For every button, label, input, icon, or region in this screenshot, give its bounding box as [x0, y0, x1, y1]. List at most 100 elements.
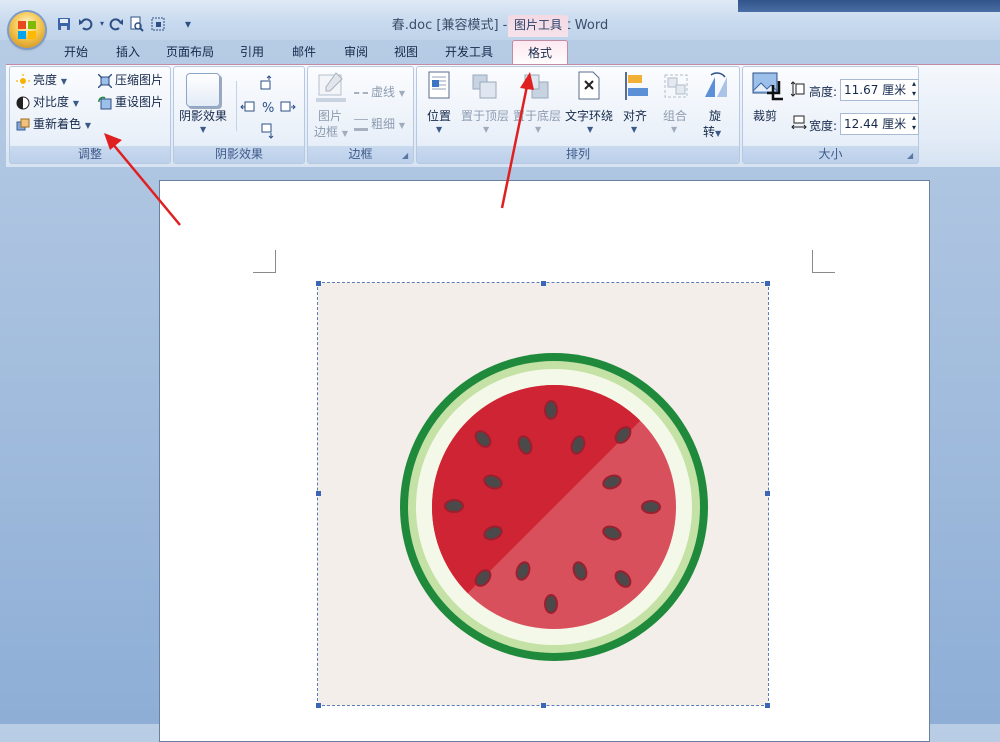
group-objects-icon [664, 74, 688, 98]
shadow-toggle-icon[interactable]: % [260, 99, 276, 115]
group-shadow: 阴影效果 ▼ % 阴影效果 [173, 66, 305, 164]
resize-handle-top[interactable] [541, 281, 546, 286]
rotate-icon [705, 72, 727, 97]
group-arrange: 位置 ▼ 置于顶层 ▼ 置于底层 ▼ 文字环绕 ▼ 对齐 ▼ 组合 ▼ 旋 转▼… [416, 66, 740, 164]
crop-button[interactable]: 裁剪 [753, 107, 777, 124]
resize-handle-right[interactable] [765, 491, 770, 496]
position-icon [428, 71, 450, 99]
contrast-icon [16, 96, 30, 109]
chevron-down-icon: ▼ [72, 99, 79, 108]
group-label-adjust: 调整 [10, 146, 170, 163]
chevron-down-icon: ▼ [483, 125, 490, 134]
weight-icon [354, 118, 368, 131]
tab-format[interactable]: 格式 [512, 40, 568, 67]
position-button[interactable]: 位置 [427, 107, 451, 124]
selected-picture[interactable] [317, 282, 769, 706]
chevron-down-icon: ▼ [587, 125, 594, 134]
recolor-icon [16, 118, 30, 130]
rotate-label-2: 转 [703, 125, 716, 139]
resize-handle-bottom-left[interactable] [316, 703, 321, 708]
dashes-icon [354, 91, 368, 94]
tab-references[interactable]: 引用 [232, 42, 272, 64]
align-button[interactable]: 对齐 [623, 107, 647, 124]
nudge-shadow-down-icon[interactable] [260, 123, 276, 139]
group-adjust: 亮度 ▼ 对比度 ▼ 重新着色 ▼ 压缩图片 重设图片 调整 [9, 66, 171, 164]
weight-button[interactable]: 粗细 ▼ [354, 115, 405, 132]
redo-icon[interactable] [108, 16, 124, 32]
dashes-label: 虚线 [371, 85, 396, 99]
tab-review[interactable]: 审阅 [336, 42, 376, 64]
office-logo-icon [18, 21, 36, 39]
tab-home[interactable]: 开始 [56, 42, 96, 64]
compress-label: 压缩图片 [115, 73, 164, 87]
reset-picture-button[interactable]: 重设图片 [98, 93, 163, 110]
picture-border-button[interactable]: 边框 ▼ [314, 123, 348, 140]
align-icon [625, 72, 648, 100]
width-spinner-icon[interactable]: ▴ ▾ [912, 113, 916, 133]
dashes-button[interactable]: 虚线 ▼ [354, 83, 405, 100]
chevron-down-icon: ▼ [715, 129, 722, 138]
picture-border-label-1: 图片 [318, 109, 343, 123]
resize-handle-top-right[interactable] [765, 281, 770, 286]
chevron-down-icon: ▼ [398, 121, 405, 130]
picture-border-icon [316, 72, 346, 102]
picture-border-label-2: 边框 [314, 125, 339, 139]
print-preview-icon[interactable] [128, 16, 144, 32]
margin-corner-left [253, 250, 276, 273]
select-icon[interactable] [150, 16, 166, 32]
tab-view[interactable]: 视图 [386, 42, 426, 64]
tab-developer[interactable]: 开发工具 [438, 42, 500, 64]
border-dialog-launcher-icon[interactable]: ◢ [402, 152, 410, 160]
compress-icon [98, 73, 112, 88]
shadow-effects-button[interactable]: 阴影效果 [179, 107, 227, 124]
picture-tools-context-title: 图片工具 [508, 15, 568, 37]
bring-to-front-icon [472, 74, 497, 99]
resize-handle-bottom[interactable] [541, 703, 546, 708]
divider [236, 81, 237, 131]
height-label: 高度: [809, 85, 838, 99]
customize-dropdown-icon[interactable]: ▾ [180, 16, 196, 32]
tab-mailings[interactable]: 邮件 [284, 42, 324, 64]
width-field[interactable]: 12.44 厘米 ▴ ▾ [840, 113, 919, 135]
brightness-button[interactable]: 亮度 ▼ [16, 71, 67, 88]
svg-text:%: % [262, 101, 274, 115]
resize-handle-left[interactable] [316, 491, 321, 496]
chevron-down-icon: ▼ [60, 77, 67, 86]
resize-handle-bottom-right[interactable] [765, 703, 770, 708]
recolor-button[interactable]: 重新着色 ▼ [16, 115, 91, 132]
height-spinner-icon[interactable]: ▴ ▾ [912, 79, 916, 99]
brightness-label: 亮度 [33, 73, 58, 87]
crop-icon [752, 72, 783, 101]
group-label-shadow: 阴影效果 [174, 146, 304, 163]
height-field[interactable]: 11.67 厘米 ▴ ▾ [840, 79, 919, 101]
reset-picture-icon [98, 96, 112, 109]
tab-page-layout[interactable]: 页面布局 [160, 42, 220, 64]
chevron-down-icon: ▼ [535, 125, 542, 134]
shadow-effects-icon [186, 73, 220, 107]
nudge-shadow-up-icon[interactable] [258, 75, 274, 91]
group-label-arrange: 排列 [417, 146, 739, 163]
width-label: 宽度: [809, 119, 838, 133]
nudge-shadow-right-icon[interactable] [280, 99, 296, 115]
weight-label: 粗细 [371, 117, 396, 131]
rotate-button[interactable]: 转▼ [703, 123, 721, 140]
resize-handle-top-left[interactable] [316, 281, 321, 286]
text-wrapping-button[interactable]: 文字环绕 [565, 107, 613, 124]
bring-to-front-button[interactable]: 置于顶层 [461, 107, 509, 124]
height-value: 11.67 厘米 [844, 83, 907, 97]
send-to-back-button[interactable]: 置于底层 [513, 107, 561, 124]
nudge-shadow-left-icon[interactable] [240, 99, 256, 115]
tab-insert[interactable]: 插入 [108, 42, 148, 64]
size-dialog-launcher-icon[interactable]: ◢ [907, 152, 915, 160]
watermelon-image [400, 353, 708, 661]
compress-pictures-button[interactable]: 压缩图片 [98, 71, 163, 88]
margin-corner-right [812, 250, 835, 273]
group-button[interactable]: 组合 [663, 107, 687, 124]
text-wrapping-icon [578, 71, 600, 100]
contrast-button[interactable]: 对比度 ▼ [16, 93, 79, 110]
save-icon[interactable] [56, 16, 72, 32]
send-to-back-icon [524, 74, 549, 99]
undo-icon[interactable] [78, 16, 94, 32]
reset-label: 重设图片 [115, 95, 164, 109]
group-border: 图片 边框 ▼ 虚线 ▼ 粗细 ▼ 边框 ◢ [307, 66, 414, 164]
